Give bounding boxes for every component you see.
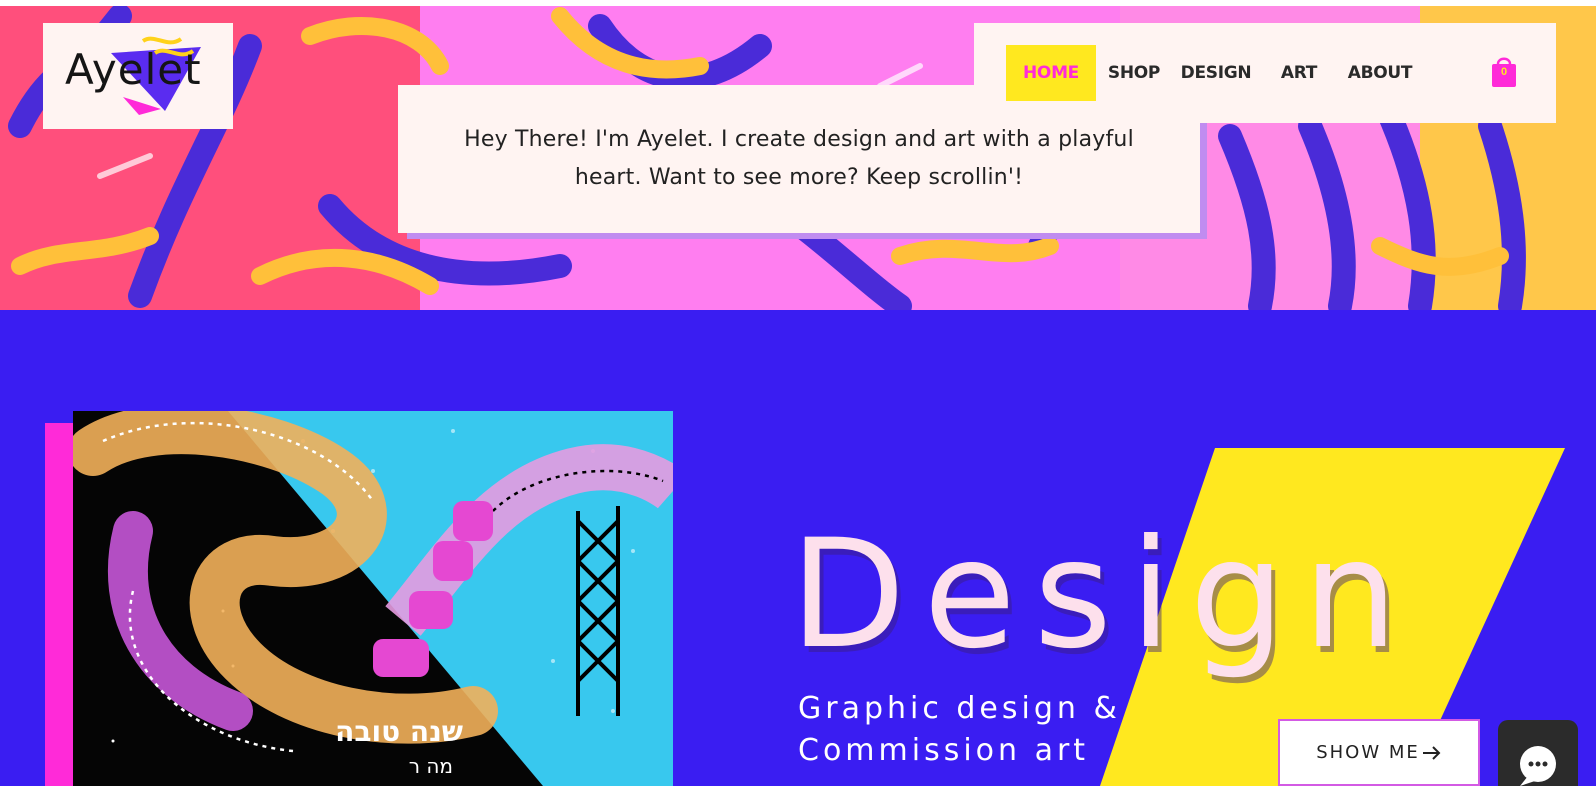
design-section: שנה טובה מה ר Design Graphic design & Co… [0,310,1596,786]
main-nav: HOME SHOP DESIGN ART ABOUT 0 [974,23,1556,123]
nav-item-design[interactable]: DESIGN [1176,45,1256,101]
chat-widget[interactable] [1498,720,1578,786]
artwork-caption-small: מה ר [409,754,453,778]
arrow-right-icon [1422,745,1441,760]
show-me-button[interactable]: SHOW ME [1278,719,1480,786]
design-artwork[interactable]: שנה טובה מה ר [73,411,673,786]
logo[interactable]: Ayelet [43,23,233,129]
nav-item-about[interactable]: ABOUT [1342,45,1418,101]
artwork-image: שנה טובה מה ר [73,411,673,786]
accent-bar [45,423,73,786]
chat-icon [1520,746,1556,786]
nav-item-home[interactable]: HOME [1006,45,1096,101]
cart-button[interactable]: 0 [1489,53,1519,89]
nav-item-art[interactable]: ART [1274,45,1324,101]
design-subtitle-line-1: Graphic design & [798,691,1121,726]
design-subtitle: Graphic design & Commission art [798,688,1121,772]
logo-text: Ayelet [65,45,202,94]
hero-banner: Ayelet Hey There! I'm Ayelet. I create d… [0,6,1596,310]
cart-count: 0 [1500,66,1508,78]
artwork-caption: שנה טובה [335,715,463,748]
design-subtitle-line-2: Commission art [798,733,1090,768]
design-heading: Design [790,508,1416,682]
show-me-label: SHOW ME [1316,742,1420,763]
nav-item-shop[interactable]: SHOP [1102,45,1166,101]
intro-text: Hey There! I'm Ayelet. I create design a… [464,127,1134,190]
